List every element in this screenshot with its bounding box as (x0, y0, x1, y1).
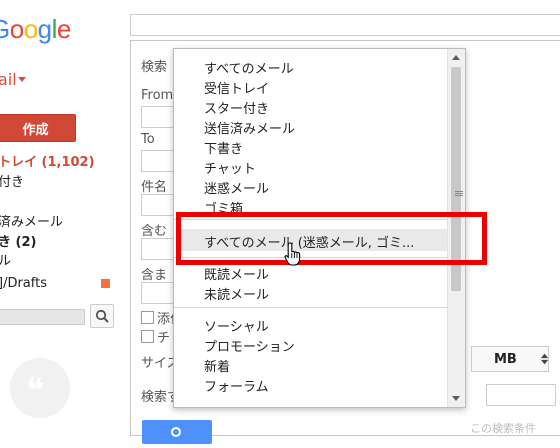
option-sent[interactable]: 送信済みメール (204, 118, 295, 137)
option-social[interactable]: ソーシャル (204, 316, 269, 335)
label-color-icon[interactable] (101, 279, 110, 288)
chat-checkbox[interactable] (141, 330, 154, 343)
option-inbox[interactable]: 受信トレイ (204, 78, 269, 97)
from-label: From (141, 88, 174, 103)
search-scope-label: 検索 (141, 60, 168, 75)
subject-label: 件名 (141, 180, 168, 195)
size-unit-value: MB (494, 351, 517, 367)
option-updates[interactable]: 新着 (204, 356, 230, 375)
option-unread[interactable]: 未読メール (204, 284, 269, 303)
scroll-up-arrow-icon[interactable] (452, 55, 460, 60)
people-search-input[interactable] (0, 309, 85, 325)
size-unit-select[interactable]: MB (471, 346, 549, 372)
people-search-button[interactable] (90, 304, 114, 328)
option-read[interactable]: 既読メール (204, 264, 269, 283)
option-starred[interactable]: スター付き (204, 98, 269, 117)
grip-icon (455, 191, 463, 197)
search-icon (95, 309, 109, 323)
svg-text:❝: ❝ (26, 371, 44, 411)
doesnt-have-label: 含ま (141, 268, 168, 283)
hangouts-quote-icon: ❝ (26, 371, 44, 411)
has-words-label: 含む (141, 224, 168, 239)
to-label: To (141, 132, 155, 147)
sidebar-item-all-mail[interactable]: ル (0, 250, 11, 269)
hand-pointer-icon (284, 242, 301, 266)
sidebar-item-sent[interactable]: 済みメール (0, 211, 63, 230)
date-input[interactable] (486, 384, 556, 406)
sidebar-item-drafts[interactable]: き (2) (0, 231, 36, 250)
search-bar[interactable] (130, 14, 560, 36)
scroll-down-arrow-icon[interactable] (452, 396, 460, 401)
filter-link[interactable]: この検索条件 (470, 420, 536, 436)
attachment-checkbox[interactable] (141, 311, 154, 324)
search-icon (171, 427, 181, 437)
hangouts-icon[interactable]: ❝ (10, 358, 70, 418)
search-button[interactable] (142, 420, 212, 444)
caret-down-icon[interactable] (18, 77, 26, 82)
updown-arrows-icon (540, 353, 548, 365)
option-spam[interactable]: 迷惑メール (204, 178, 269, 197)
compose-button[interactable]: 作成 (0, 114, 76, 142)
google-logo[interactable]: Google (0, 14, 71, 45)
sidebar-item-label-drafts[interactable]: ]/Drafts (0, 276, 47, 291)
sidebar-item-starred[interactable]: 付き (0, 171, 24, 190)
dropdown-divider (174, 307, 449, 308)
gmail-menu-label[interactable]: ail (0, 70, 17, 89)
option-promotions[interactable]: プロモーション (204, 336, 295, 355)
annotation-highlight-box (176, 212, 487, 265)
option-forums[interactable]: フォーラム (204, 376, 269, 395)
option-chats[interactable]: チャット (204, 158, 256, 177)
option-drafts[interactable]: 下書き (204, 138, 243, 157)
sidebar-item-inbox[interactable]: トレイ (1,102) (0, 151, 95, 170)
chat-label: チ (157, 331, 171, 346)
option-all-mail[interactable]: すべてのメール (204, 58, 294, 77)
